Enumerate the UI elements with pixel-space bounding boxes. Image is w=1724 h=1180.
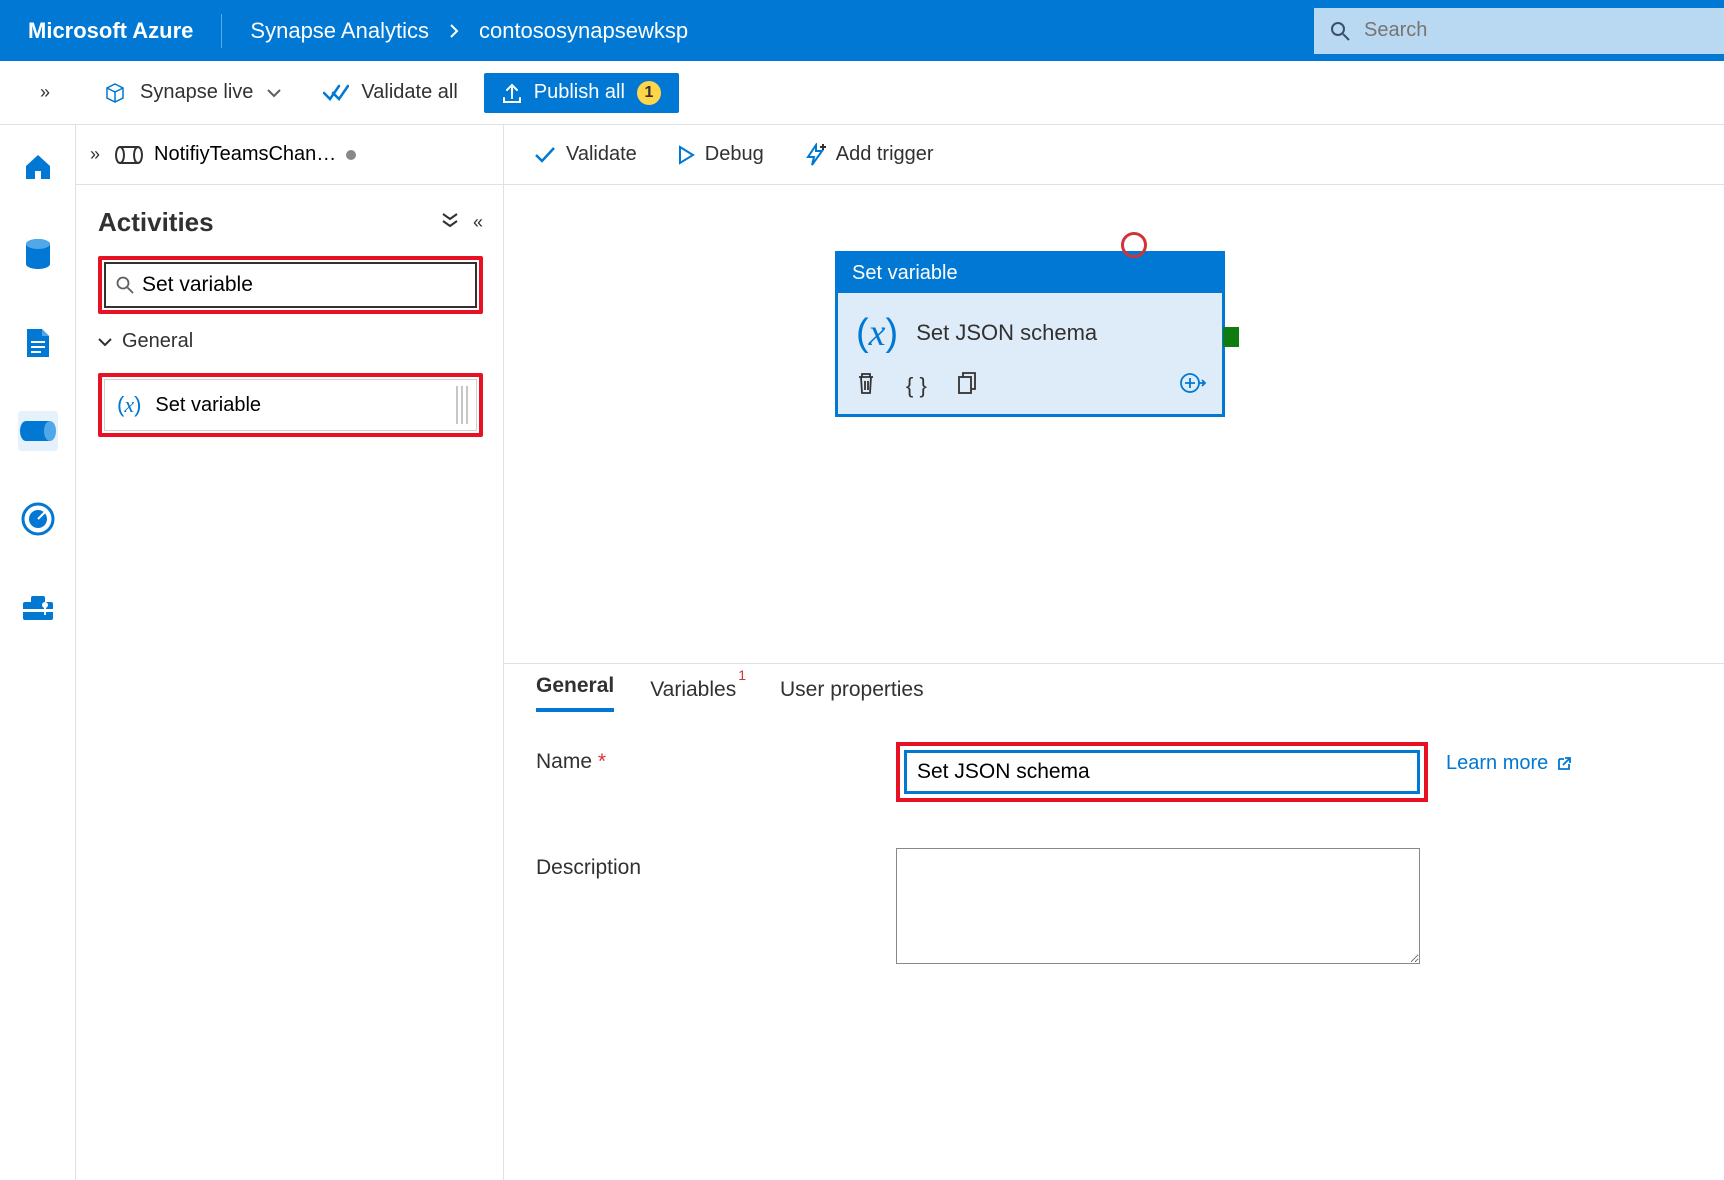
debug-button[interactable]: Debug bbox=[677, 143, 764, 166]
validate-all-label: Validate all bbox=[361, 81, 457, 104]
nav-home[interactable] bbox=[18, 147, 58, 187]
collapse-panel-button[interactable]: » bbox=[90, 144, 100, 165]
learn-more-label: Learn more bbox=[1446, 752, 1548, 775]
activity-item-label: Set variable bbox=[155, 394, 261, 417]
editor-tab-strip: » NotifiyTeamsChan… bbox=[76, 125, 503, 185]
gauge-icon bbox=[21, 502, 55, 536]
expand-rail-button[interactable]: » bbox=[40, 82, 50, 103]
nav-develop[interactable] bbox=[18, 323, 58, 363]
collapse-all-button[interactable] bbox=[441, 212, 459, 233]
add-arrow-icon bbox=[1180, 371, 1208, 395]
validate-all-icon bbox=[323, 82, 349, 104]
publish-count-badge: 1 bbox=[637, 81, 661, 105]
highlight-name-field bbox=[896, 742, 1428, 802]
toolbox-icon bbox=[21, 592, 55, 622]
pipeline-icon bbox=[18, 417, 58, 445]
activity-group-general[interactable]: General bbox=[98, 330, 483, 353]
description-input[interactable] bbox=[896, 848, 1420, 964]
breadcrumb-service[interactable]: Synapse Analytics bbox=[250, 18, 429, 44]
brand-label: Microsoft Azure bbox=[0, 14, 222, 48]
unsaved-indicator-icon bbox=[346, 150, 356, 160]
top-bar: Microsoft Azure Synapse Analytics contos… bbox=[0, 0, 1724, 61]
synapse-live-label: Synapse live bbox=[140, 81, 253, 104]
trigger-icon bbox=[804, 143, 826, 167]
tab-user-properties[interactable]: User properties bbox=[780, 678, 924, 712]
node-type-label: Set variable bbox=[838, 254, 1222, 293]
activity-group-label: General bbox=[122, 330, 193, 353]
cube-icon bbox=[104, 82, 126, 104]
highlight-search bbox=[98, 256, 483, 314]
variable-x-icon: (x) bbox=[117, 392, 141, 418]
add-trigger-button[interactable]: Add trigger bbox=[804, 143, 934, 167]
tab-variables-badge: 1 bbox=[738, 667, 746, 683]
tab-variables-label: Variables bbox=[650, 678, 736, 701]
activity-set-variable[interactable]: (x) Set variable bbox=[104, 379, 477, 431]
double-chevron-down-icon bbox=[441, 212, 459, 228]
learn-more-link[interactable]: Learn more bbox=[1446, 742, 1572, 775]
chevron-down-icon bbox=[98, 337, 112, 347]
add-output-button[interactable] bbox=[1180, 371, 1208, 400]
validate-label: Validate bbox=[566, 143, 637, 166]
description-label: Description bbox=[536, 848, 896, 880]
name-label: Name * bbox=[536, 742, 896, 774]
nav-monitor[interactable] bbox=[18, 499, 58, 539]
add-trigger-label: Add trigger bbox=[836, 143, 934, 166]
status-indicator-icon bbox=[1121, 232, 1147, 258]
external-link-icon bbox=[1556, 756, 1572, 772]
pipeline-tab-icon bbox=[114, 144, 144, 166]
document-icon bbox=[25, 327, 51, 359]
copy-icon bbox=[957, 371, 977, 395]
editor-tab-title: NotifiyTeamsChan… bbox=[154, 143, 336, 166]
check-icon bbox=[534, 146, 556, 164]
pipeline-canvas[interactable]: Validate Debug Add trigger Set variable … bbox=[504, 125, 1724, 1180]
validate-button[interactable]: Validate bbox=[534, 143, 637, 166]
drag-handle-icon bbox=[456, 386, 470, 424]
home-icon bbox=[22, 152, 54, 182]
chevron-down-icon bbox=[267, 88, 281, 98]
nav-integrate[interactable] bbox=[18, 411, 58, 451]
properties-pane: General Variables1 User properties Name … bbox=[504, 663, 1724, 1010]
play-icon bbox=[677, 145, 695, 165]
success-connector-handle[interactable] bbox=[1223, 327, 1239, 347]
hide-panel-button[interactable]: « bbox=[473, 212, 483, 233]
nav-data[interactable] bbox=[18, 235, 58, 275]
trash-icon bbox=[856, 371, 876, 395]
global-search-input[interactable] bbox=[1364, 19, 1708, 42]
command-bar: » Synapse live Validate all Publish all … bbox=[0, 61, 1724, 125]
publish-all-button[interactable]: Publish all 1 bbox=[484, 73, 679, 113]
name-field-wrapper[interactable] bbox=[904, 750, 1420, 794]
chevron-right-icon bbox=[449, 24, 459, 38]
publish-all-label: Publish all bbox=[534, 81, 625, 104]
search-icon bbox=[116, 276, 134, 294]
tab-variables[interactable]: Variables1 bbox=[650, 675, 744, 712]
nav-manage[interactable] bbox=[18, 587, 58, 627]
debug-label: Debug bbox=[705, 143, 764, 166]
nav-rail bbox=[0, 125, 76, 1180]
name-input[interactable] bbox=[917, 760, 1407, 784]
activities-panel: » NotifiyTeamsChan… Activities « bbox=[76, 125, 504, 1180]
delete-node-button[interactable] bbox=[856, 371, 876, 400]
node-title: Set JSON schema bbox=[916, 320, 1097, 346]
highlight-activity-item: (x) Set variable bbox=[98, 373, 483, 437]
global-search[interactable] bbox=[1314, 8, 1724, 54]
database-icon bbox=[24, 238, 52, 272]
validate-all-button[interactable]: Validate all bbox=[305, 75, 475, 110]
canvas-toolbar: Validate Debug Add trigger bbox=[504, 125, 1724, 185]
activity-node[interactable]: Set variable (x) Set JSON schema { } bbox=[835, 251, 1225, 417]
properties-tabs: General Variables1 User properties bbox=[504, 674, 1724, 712]
breadcrumb-workspace[interactable]: contososynapsewksp bbox=[479, 18, 688, 44]
activities-heading: Activities bbox=[98, 207, 214, 238]
search-icon bbox=[1330, 21, 1350, 41]
activity-search[interactable] bbox=[104, 262, 477, 308]
copy-node-button[interactable] bbox=[957, 371, 977, 400]
editor-tab[interactable]: NotifiyTeamsChan… bbox=[114, 143, 356, 166]
synapse-live-dropdown[interactable]: Synapse live bbox=[88, 75, 297, 110]
publish-icon bbox=[502, 82, 522, 104]
breadcrumb: Synapse Analytics contososynapsewksp bbox=[222, 18, 688, 44]
variable-x-icon: (x) bbox=[856, 311, 898, 355]
tab-general[interactable]: General bbox=[536, 674, 614, 712]
activity-search-input[interactable] bbox=[142, 273, 465, 297]
code-node-button[interactable]: { } bbox=[906, 373, 927, 399]
